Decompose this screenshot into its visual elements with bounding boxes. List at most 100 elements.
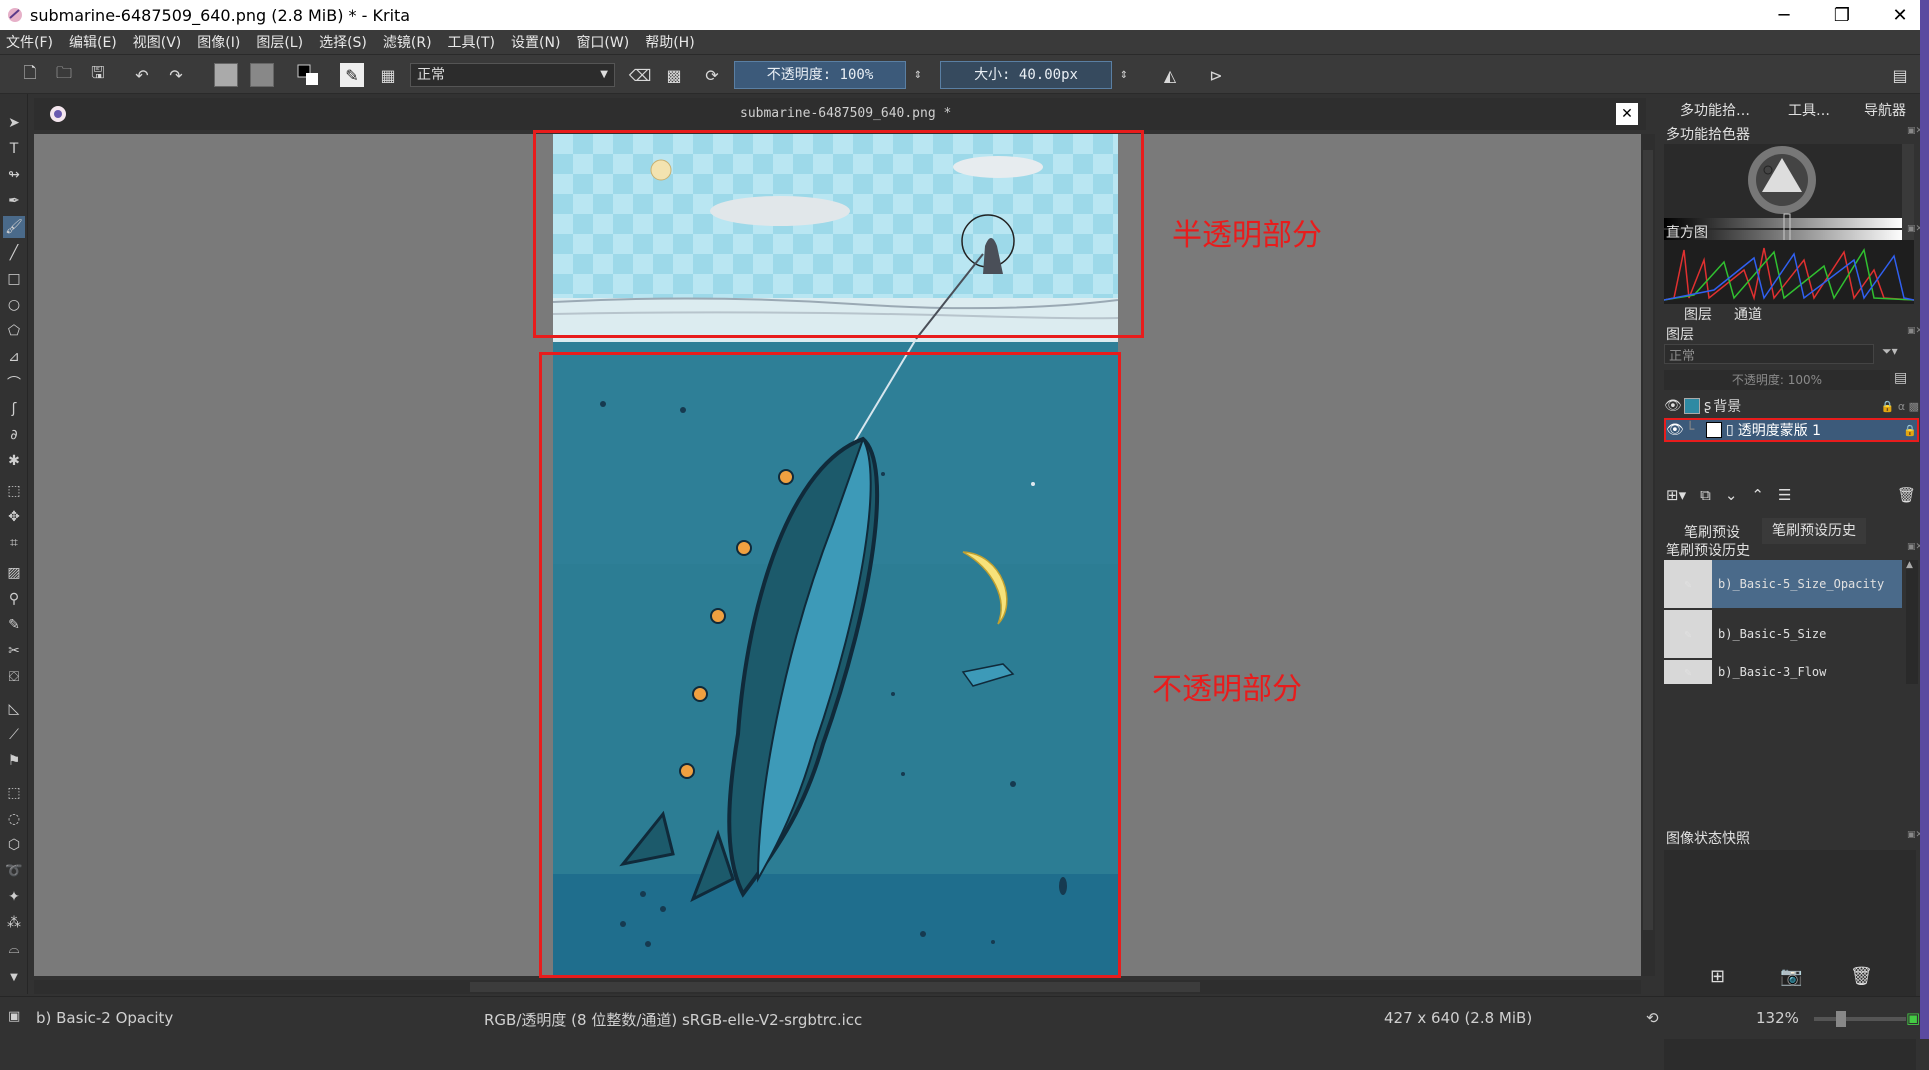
tab-layers[interactable]: 图层 xyxy=(1684,304,1712,326)
alpha-lock-icon[interactable]: ▩ xyxy=(662,63,686,87)
freehand-select-icon[interactable]: ➰ xyxy=(3,860,25,882)
polyline-tool-icon[interactable]: ⊿ xyxy=(3,346,25,368)
add-layer-icon[interactable]: ⊞▾ xyxy=(1666,486,1686,506)
ellipse-select-icon[interactable]: ◌ xyxy=(3,808,25,830)
new-document-icon[interactable]: 🗋 xyxy=(18,63,42,87)
layer-properties-icon[interactable]: ☰ xyxy=(1778,486,1791,506)
rotate-view-icon[interactable]: ⟲ xyxy=(1646,1009,1659,1027)
menu-file[interactable]: 文件(F) xyxy=(6,32,53,52)
maximize-button[interactable]: ❐ xyxy=(1813,0,1871,30)
save-icon[interactable]: 🖫 xyxy=(86,63,110,87)
menu-settings[interactable]: 设置(N) xyxy=(511,32,560,52)
dynamic-brush-icon[interactable]: ∂ xyxy=(3,424,25,446)
layer-filter-icon[interactable]: ⏷▾ xyxy=(1882,344,1916,364)
eye-icon[interactable]: 👁 xyxy=(1666,422,1686,438)
eraser-icon[interactable]: ⌫ xyxy=(628,63,652,87)
redo-icon[interactable]: ↷ xyxy=(164,63,188,87)
zoom-slider[interactable] xyxy=(1814,1017,1906,1021)
multibrush-icon[interactable]: ✱ xyxy=(3,450,25,472)
vertical-scroll-thumb[interactable] xyxy=(1643,150,1653,930)
layer-lock-icon[interactable]: 🔒 α ▩ xyxy=(1881,400,1919,413)
fill-tool-icon[interactable]: ⛋ xyxy=(3,666,25,688)
text-tool-icon[interactable]: T xyxy=(3,138,25,160)
contiguous-select-icon[interactable]: ✦ xyxy=(3,886,25,908)
measure-tool-icon[interactable]: ⟋ xyxy=(3,724,25,746)
zoom-slider-handle[interactable] xyxy=(1836,1011,1846,1027)
assistant-tool-icon[interactable]: ◺ xyxy=(3,698,25,720)
calligraphy-icon[interactable]: ✒ xyxy=(3,190,25,212)
tab-tool-options[interactable]: 工具… xyxy=(1788,100,1830,122)
horizontal-scroll-thumb[interactable] xyxy=(470,982,1200,992)
blend-mode-select[interactable]: 正常 ▼ xyxy=(410,63,615,87)
delete-layer-icon[interactable]: 🗑 xyxy=(1897,486,1916,506)
layer-blend-select[interactable]: 正常 xyxy=(1664,344,1874,364)
polygon-select-icon[interactable]: ⬡ xyxy=(3,834,25,856)
tab-color-selector[interactable]: 多功能拾… xyxy=(1680,100,1750,122)
brush-history-item[interactable]: ✎ b)_Basic-5_Size xyxy=(1664,610,1902,658)
layer-opacity-slider[interactable]: 不透明度: 100% xyxy=(1664,370,1890,390)
ellipse-tool-icon[interactable]: ○ xyxy=(3,294,25,316)
edit-shapes-icon[interactable]: ↬ xyxy=(3,164,25,186)
gradient-swatch-icon[interactable] xyxy=(214,63,238,87)
delete-snapshot-icon[interactable]: 🗑 xyxy=(1850,966,1873,987)
mirror-vertical-icon[interactable]: ⊳ xyxy=(1204,63,1228,87)
color-picker-icon[interactable]: ⚲ xyxy=(3,588,25,610)
current-brush-label[interactable]: b) Basic-2 Opacity xyxy=(36,1009,173,1027)
opacity-spin-icon[interactable]: ⇕ xyxy=(906,63,930,87)
menu-window[interactable]: 窗口(W) xyxy=(576,32,629,52)
layer-row-background[interactable]: 👁 ʂ 背景 🔒 α ▩ xyxy=(1664,394,1919,418)
tab-brush-history[interactable]: 笔刷预设历史 xyxy=(1762,518,1866,544)
brush-status-icon[interactable]: ▣ xyxy=(8,1009,20,1024)
menu-tools[interactable]: 工具(T) xyxy=(448,32,495,52)
rect-select-icon[interactable]: ⬚ xyxy=(3,782,25,804)
duplicate-layer-icon[interactable]: ⧉ xyxy=(1700,486,1711,506)
layer-row-transparency-mask[interactable]: 👁 └ ▯ 透明度蒙版 1 🔒 xyxy=(1664,418,1919,442)
select-shape-icon[interactable]: ➤ xyxy=(3,112,25,134)
layer-properties-icon[interactable]: ▤ xyxy=(1894,370,1916,390)
add-snapshot-icon[interactable]: ⊞ xyxy=(1710,966,1725,987)
brush-history-scrollbar[interactable]: ▲ xyxy=(1906,560,1918,684)
line-tool-icon[interactable]: ╱ xyxy=(3,242,25,264)
undo-icon[interactable]: ↶ xyxy=(130,63,154,87)
mirror-horizontal-icon[interactable]: ◭ xyxy=(1158,63,1182,87)
menu-help[interactable]: 帮助(H) xyxy=(645,32,694,52)
color-swap-icon[interactable] xyxy=(296,63,320,87)
bezier-select-icon[interactable]: ⌓ xyxy=(3,938,25,960)
brush-preset-icon[interactable]: ✎ xyxy=(340,63,364,87)
reference-tool-icon[interactable]: ⚑ xyxy=(3,750,25,772)
brush-history-item[interactable]: ✎ b)_Basic-5_Size_Opacity xyxy=(1664,560,1902,608)
rectangle-tool-icon[interactable]: □ xyxy=(3,268,25,290)
camera-icon[interactable]: 📷 xyxy=(1780,966,1802,987)
toolbox-scroll-icon[interactable]: ▼ xyxy=(3,966,25,988)
open-folder-icon[interactable]: 🗀 xyxy=(52,63,76,87)
menu-layer[interactable]: 图层(L) xyxy=(256,32,303,52)
eye-icon[interactable]: 👁 xyxy=(1664,398,1684,414)
colorize-mask-icon[interactable]: ✎ xyxy=(3,614,25,636)
polygon-tool-icon[interactable]: ⬠ xyxy=(3,320,25,342)
gradient-tool-icon[interactable]: ▨ xyxy=(3,562,25,584)
workspace-grid-icon[interactable]: ▦ xyxy=(376,63,400,87)
tab-navigator[interactable]: 导航器 xyxy=(1864,100,1906,122)
bezier-tool-icon[interactable]: ⌒ xyxy=(3,372,25,394)
freehand-path-icon[interactable]: ʃ xyxy=(3,398,25,420)
reload-preset-icon[interactable]: ⟳ xyxy=(700,63,724,87)
tab-channels[interactable]: 通道 xyxy=(1734,304,1762,326)
smart-patch-icon[interactable]: ✂ xyxy=(3,640,25,662)
move-layer-up-icon[interactable]: ⌃ xyxy=(1751,486,1764,506)
opacity-slider[interactable]: 不透明度: 100% xyxy=(734,61,906,89)
size-slider[interactable]: 大小: 40.00px xyxy=(940,61,1112,89)
move-layer-down-icon[interactable]: ⌄ xyxy=(1725,486,1738,506)
move-tool-icon[interactable]: ✥ xyxy=(3,506,25,528)
close-document-icon[interactable]: ✕ xyxy=(1616,103,1638,125)
menu-view[interactable]: 视图(V) xyxy=(133,32,182,52)
similar-select-icon[interactable]: ⁂ xyxy=(3,912,25,934)
minimize-button[interactable]: ─ xyxy=(1755,0,1813,30)
menu-filter[interactable]: 滤镜(R) xyxy=(383,32,432,52)
freehand-brush-icon[interactable]: 🖌 xyxy=(3,216,25,238)
menu-image[interactable]: 图像(I) xyxy=(197,32,240,52)
layer-lock-icon[interactable]: 🔒 xyxy=(1903,424,1917,437)
pattern-swatch-icon[interactable] xyxy=(250,63,274,87)
panel-toggle-icon[interactable]: ▤ xyxy=(1888,63,1912,87)
crop-tool-icon[interactable]: ⌗ xyxy=(3,532,25,554)
brush-history-item[interactable]: ✎ b)_Basic-3_Flow xyxy=(1664,660,1902,684)
